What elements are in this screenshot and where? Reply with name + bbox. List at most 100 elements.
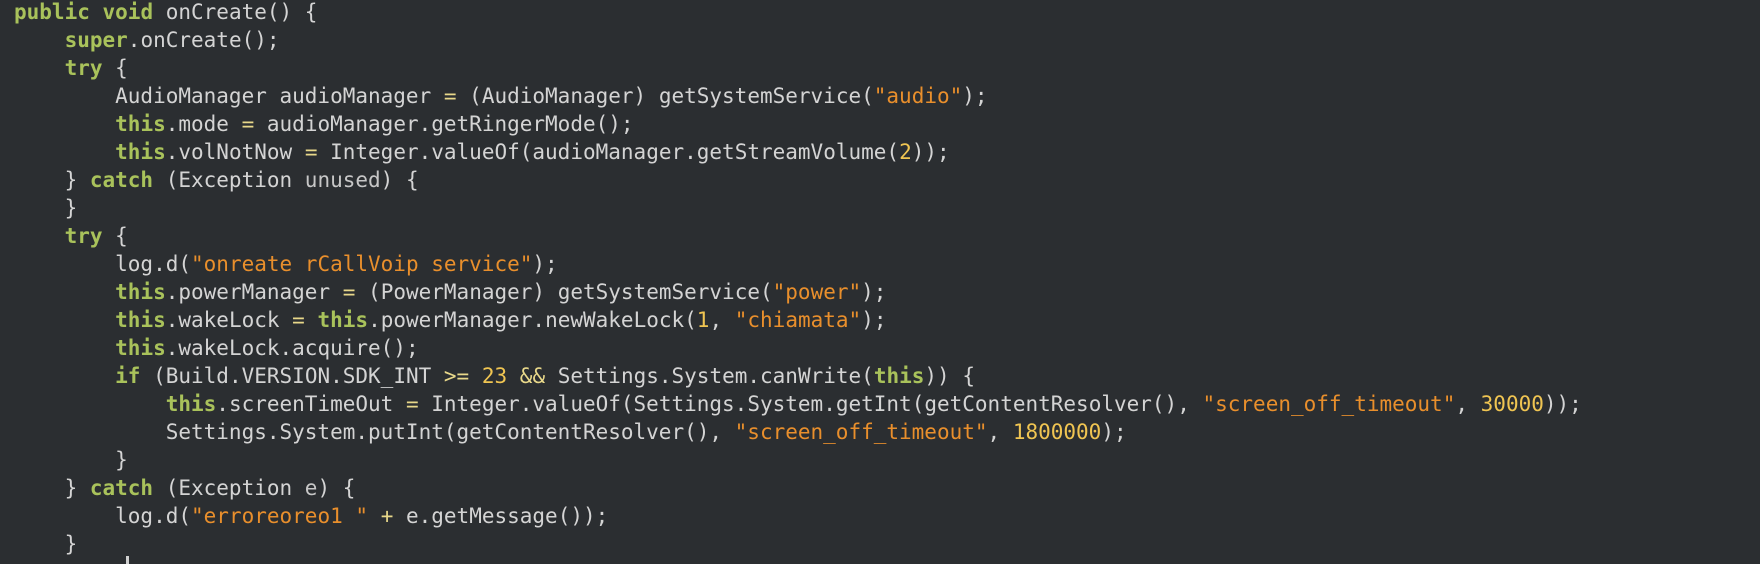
keyword-token: try (64, 224, 103, 248)
keyword-token: this (115, 308, 166, 332)
code-editor[interactable]: public void onCreate() { super.onCreate(… (0, 0, 1760, 564)
code-line[interactable]: log.d("erroreoreo1 " + e.getMessage()); (14, 502, 1582, 530)
code-line[interactable]: try { (14, 222, 1582, 250)
keyword-token: this (873, 364, 925, 388)
code-line[interactable]: this.screenTimeOut = Integer.valueOf(Set… (14, 390, 1582, 418)
operator-token: = (405, 392, 419, 416)
string-literal: "chiamata" (734, 308, 862, 332)
code-token: .mode (165, 112, 242, 136)
keyword-token: if (115, 364, 141, 388)
keyword-token: super (64, 28, 128, 52)
code-token: (Exception (153, 168, 305, 192)
keyword-token: this (115, 140, 166, 164)
code-line[interactable]: } catch (Exception e) { (14, 474, 1582, 502)
code-token: .wakeLock (165, 308, 293, 332)
code-line[interactable]: AudioManager audioManager = (AudioManage… (14, 82, 1582, 110)
code-line[interactable]: public void onCreate() { (14, 0, 1582, 26)
code-line[interactable]: } catch (Exception unused) { (14, 166, 1582, 194)
operator-token: = (342, 280, 356, 304)
string-literal: "erroreoreo1 " (191, 504, 369, 528)
code-token: .onCreate(); (127, 28, 280, 52)
code-line[interactable]: try { (14, 54, 1582, 82)
code-token: .wakeLock.acquire(); (165, 336, 419, 360)
code-token: } (14, 476, 90, 500)
string-literal: "screen_off_timeout" (734, 420, 988, 444)
code-token: log.d( (14, 252, 192, 276)
code-token: )); (911, 140, 950, 164)
code-line[interactable]: super.onCreate(); (14, 26, 1582, 54)
variable-token: unused (304, 168, 381, 192)
number-literal: 23 (481, 364, 508, 388)
string-literal: "audio" (873, 84, 963, 108)
keyword-token: public (14, 0, 90, 24)
code-token: , (987, 420, 1013, 444)
keyword-token: void (102, 0, 154, 24)
code-line[interactable]: log.d("onreate rCallVoip service"); (14, 250, 1582, 278)
operator-token: = (443, 84, 457, 108)
code-line[interactable]: this.wakeLock = this.powerManager.newWak… (14, 306, 1582, 334)
code-token: ) { (380, 168, 419, 192)
keyword-token: this (115, 280, 166, 304)
code-token: (AudioManager) getSystemService( (456, 84, 874, 108)
number-literal: 2 (899, 140, 912, 164)
code-token: .screenTimeOut (216, 392, 406, 416)
code-token: } (14, 448, 128, 472)
keyword-token: this (317, 308, 369, 332)
string-literal: "onreate rCallVoip service" (191, 252, 533, 276)
code-line[interactable]: Settings.System.putInt(getContentResolve… (14, 418, 1582, 446)
code-line[interactable]: this.volNotNow = Integer.valueOf(audioMa… (14, 138, 1582, 166)
variable-token: e (304, 476, 318, 500)
keyword-token: catch (89, 476, 154, 500)
keyword-token: this (115, 112, 166, 136)
code-token: Settings.System.canWrite( (545, 364, 874, 388)
code-token: , (709, 308, 735, 332)
code-token: ); (861, 308, 887, 332)
code-token: (PowerManager) getSystemService( (355, 280, 773, 304)
code-line[interactable]: this.mode = audioManager.getRingerMode()… (14, 110, 1582, 138)
code-token: log.d( (14, 504, 192, 528)
code-line[interactable]: if (Build.VERSION.SDK_INT >= 23 && Setti… (14, 362, 1582, 390)
code-token: (Build.VERSION.SDK_INT (140, 364, 444, 388)
code-token: ) { (317, 476, 356, 500)
code-line[interactable]: this.powerManager = (PowerManager) getSy… (14, 278, 1582, 306)
code-line[interactable]: } (14, 446, 1582, 474)
code-token: ); (1101, 420, 1127, 444)
number-literal: 30000 (1480, 392, 1544, 416)
operator-token: = (304, 140, 318, 164)
code-token: onCreate() { (153, 0, 318, 24)
string-literal: "screen_off_timeout" (1202, 392, 1456, 416)
code-token: } (14, 168, 90, 192)
number-literal: 1 (696, 308, 710, 332)
code-content[interactable]: public void onCreate() { super.onCreate(… (14, 0, 1582, 558)
keyword-token: this (165, 392, 217, 416)
string-literal: "power" (772, 280, 862, 304)
code-token: ); (962, 84, 988, 108)
code-line[interactable]: this.wakeLock.acquire(); (14, 334, 1582, 362)
code-token: (Exception (153, 476, 305, 500)
code-token: Integer.valueOf(Settings.System.getInt(g… (418, 392, 1203, 416)
operator-token: && (519, 364, 546, 388)
code-token: } (14, 196, 78, 220)
operator-token: >= (443, 364, 470, 388)
code-line[interactable]: } (14, 530, 1582, 558)
operator-token: = (292, 308, 305, 332)
code-token: { (102, 224, 128, 248)
code-token: .powerManager (165, 280, 343, 304)
number-literal: 1800000 (1012, 420, 1102, 444)
code-line[interactable]: } (14, 194, 1582, 222)
operator-token: + (380, 504, 394, 528)
code-token: )) { (924, 364, 975, 388)
